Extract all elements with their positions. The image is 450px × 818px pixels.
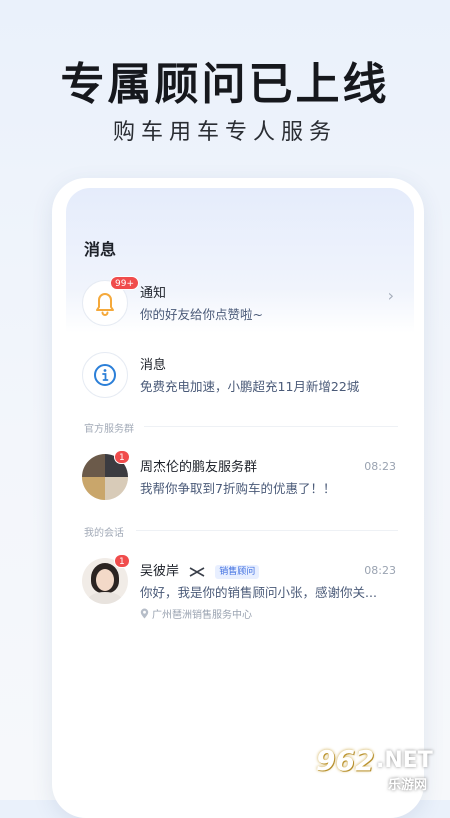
group-name: 周杰伦的鹏友服务群	[140, 460, 258, 475]
advisor-role-tag: 销售顾问	[215, 564, 260, 579]
group-avatar-tile	[105, 477, 128, 500]
group-time: 08:23	[364, 460, 396, 473]
section-divider	[144, 426, 398, 427]
group-avatar-tile	[82, 454, 105, 477]
site-watermark: 962 .NET 乐游网	[308, 742, 448, 796]
conversation-time: 08:23	[364, 564, 396, 577]
screen-title: 消息	[84, 240, 117, 259]
group-avatar-tile	[82, 477, 105, 500]
location-text: 广州琶洲销售服务中心	[152, 610, 252, 621]
advisor-name: 吴彼岸	[140, 564, 180, 579]
group-chat-row[interactable]: 1 周杰伦的鹏友服务群 我帮你争取到7折购车的优惠了！！ 08:23	[66, 448, 414, 508]
notification-badge: 99+	[110, 276, 139, 290]
notification-name: 通知	[140, 286, 167, 301]
hero-subtitle: 购车用车专人服务	[112, 120, 337, 145]
conversation-row[interactable]: 1 吴彼岸 销售顾问 你好，我是你的销售顾问小张，感谢你关... 08:23 广…	[66, 552, 414, 632]
conversation-location: 广州琶洲销售服务中心	[140, 606, 252, 621]
group-preview: 我帮你争取到7折购车的优惠了！！	[140, 481, 336, 496]
info-icon	[94, 364, 116, 386]
group-badge: 1	[114, 450, 130, 464]
conversation-name-line: 吴彼岸 销售顾问	[140, 560, 260, 579]
message-name: 消息	[140, 358, 167, 373]
notification-preview: 你的好友给你点赞啦~	[140, 307, 263, 322]
conversation-section-label: 我的会话	[84, 528, 124, 539]
avatar-face	[96, 569, 114, 591]
message-preview: 免费充电加速，小鹏超充11月新增22城	[140, 379, 360, 394]
official-section-label: 官方服务群	[84, 424, 134, 435]
message-avatar	[82, 352, 128, 398]
watermark-number: 962	[316, 744, 375, 777]
conversation-badge: 1	[114, 554, 130, 568]
watermark-suffix: .NET	[376, 748, 433, 773]
message-screen: 消息 99+ 通知 你的好友给你点赞啦~ › 消息 免费充电加速，小鹏超充11月…	[66, 188, 414, 808]
hero-title: 专属顾问已上线	[60, 59, 390, 110]
location-pin-icon	[140, 608, 149, 619]
avatar-shoulders	[88, 592, 122, 604]
conversation-preview: 你好，我是你的销售顾问小张，感谢你关...	[140, 585, 377, 600]
message-row[interactable]: 消息 免费充电加速，小鹏超充11月新增22城	[66, 346, 414, 406]
xpeng-logo-icon	[189, 566, 205, 577]
watermark-site: 乐游网	[388, 778, 428, 793]
chevron-right-icon: ›	[387, 286, 394, 305]
notification-row[interactable]: 99+ 通知 你的好友给你点赞啦~ ›	[66, 274, 414, 334]
section-divider	[136, 530, 398, 531]
